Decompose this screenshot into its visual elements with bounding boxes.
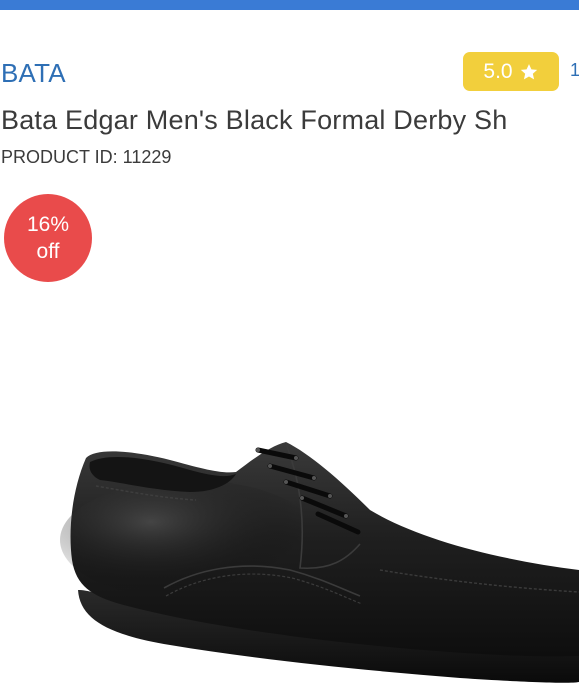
star-icon <box>519 62 539 82</box>
review-count[interactable]: 1 <box>570 60 579 81</box>
rating-badge[interactable]: 5.0 <box>463 52 559 91</box>
discount-percent: 16% <box>26 213 70 236</box>
top-app-bar <box>0 0 579 10</box>
black-derby-shoe-icon <box>60 442 579 683</box>
brand-link[interactable]: BATA <box>1 56 66 90</box>
product-id: PRODUCT ID: 11229 <box>1 147 172 167</box>
discount-suffix: off <box>36 240 60 263</box>
product-image[interactable] <box>0 420 579 695</box>
rating-value: 5.0 <box>483 59 513 83</box>
discount-badge: 16% off <box>4 194 92 282</box>
product-title: Bata Edgar Men's Black Formal Derby Sh <box>1 105 508 135</box>
